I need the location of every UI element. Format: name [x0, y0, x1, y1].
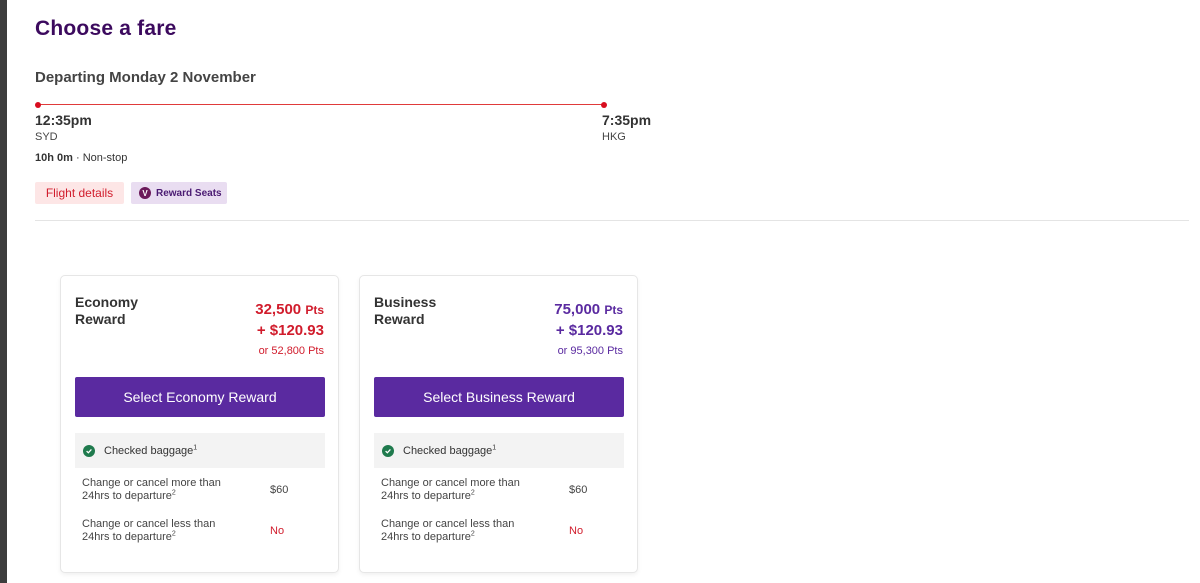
change-less-label: Change or cancel less than 24hrs to depa…: [381, 518, 531, 544]
change-more-24hrs-row: Change or cancel more than 24hrs to depa…: [374, 475, 624, 509]
arrival-time: 7:35pm: [602, 112, 652, 128]
checked-baggage-row: Checked baggage1: [374, 433, 624, 468]
section-divider: [35, 220, 1189, 221]
stops-value: Non-stop: [82, 152, 128, 164]
flight-details-button[interactable]: Flight details: [35, 182, 124, 204]
select-economy-reward-button[interactable]: Select Economy Reward: [75, 377, 325, 417]
reward-seats-label: Reward Seats: [156, 187, 222, 199]
baggage-label: Checked baggage1: [104, 443, 198, 457]
footnote-ref: 1: [193, 443, 198, 451]
duration-separator: ·: [75, 152, 80, 164]
economy-fare-card: Economy Reward 32,500 Pts + $120.93 or 5…: [60, 275, 339, 573]
change-more-text: Change or cancel more than 24hrs to depa…: [381, 477, 520, 502]
change-less-24hrs-row: Change or cancel less than 24hrs to depa…: [374, 516, 624, 550]
fare-cash: + $120.93: [256, 322, 324, 339]
baggage-text: Checked baggage: [403, 444, 493, 457]
footnote-ref: 2: [171, 530, 176, 538]
fare-price: 32,500 Pts + $120.93 or 52,800 Pts: [255, 300, 324, 360]
change-less-text: Change or cancel less than 24hrs to depa…: [381, 518, 515, 543]
check-circle-icon: [83, 444, 95, 457]
change-more-value: $60: [569, 484, 588, 496]
flight-timeline: [35, 101, 607, 109]
fare-points: 32,500 Pts: [255, 300, 324, 320]
fare-name: Economy Reward: [75, 294, 139, 327]
select-business-reward-button[interactable]: Select Business Reward: [374, 377, 624, 417]
check-circle-icon: [382, 444, 394, 457]
timeline-start-dot-icon: [35, 102, 41, 108]
business-fare-card: Business Reward 75,000 Pts + $120.93 or …: [359, 275, 638, 573]
change-more-label: Change or cancel more than 24hrs to depa…: [82, 477, 232, 503]
change-more-text: Change or cancel more than 24hrs to depa…: [82, 477, 221, 502]
change-more-24hrs-row: Change or cancel more than 24hrs to depa…: [75, 475, 325, 509]
change-less-value: No: [569, 525, 584, 537]
departure-time: 12:35pm: [35, 112, 92, 128]
timeline-line: [38, 104, 604, 105]
fare-alt-points: or 52,800 Pts: [258, 345, 324, 357]
page-title: Choose a fare: [35, 17, 177, 40]
points-unit: Pts: [305, 303, 324, 317]
departure-heading: Departing Monday 2 November: [35, 69, 256, 86]
footnote-ref: 1: [492, 443, 497, 451]
virgin-logo-icon: V: [139, 187, 151, 199]
footnote-ref: 2: [470, 530, 475, 538]
window-edge: [0, 0, 7, 583]
baggage-text: Checked baggage: [104, 444, 194, 457]
footnote-ref: 2: [171, 489, 176, 497]
change-more-value: $60: [270, 484, 289, 496]
baggage-label: Checked baggage1: [403, 443, 497, 457]
reward-seats-badge: V Reward Seats: [131, 182, 227, 204]
points-value: 32,500: [255, 301, 302, 318]
change-less-label: Change or cancel less than 24hrs to depa…: [82, 518, 232, 544]
points-unit: Pts: [604, 303, 623, 317]
change-more-label: Change or cancel more than 24hrs to depa…: [381, 477, 531, 503]
fare-name: Business Reward: [374, 294, 437, 327]
fare-cash: + $120.93: [555, 322, 623, 339]
fare-points: 75,000 Pts: [554, 300, 623, 320]
points-value: 75,000: [554, 301, 601, 318]
timeline-end-dot-icon: [601, 102, 607, 108]
duration-value: 10h 0m: [35, 152, 73, 164]
footnote-ref: 2: [470, 489, 475, 497]
fare-alt-points: or 95,300 Pts: [557, 345, 623, 357]
change-less-24hrs-row: Change or cancel less than 24hrs to depa…: [75, 516, 325, 550]
change-less-text: Change or cancel less than 24hrs to depa…: [82, 518, 216, 543]
checked-baggage-row: Checked baggage1: [75, 433, 325, 468]
change-less-value: No: [270, 525, 285, 537]
flight-duration: 10h 0m · Non-stop: [35, 152, 127, 164]
fare-price: 75,000 Pts + $120.93 or 95,300 Pts: [554, 300, 623, 360]
departure-airport: SYD: [35, 131, 58, 143]
arrival-airport: HKG: [602, 131, 626, 143]
